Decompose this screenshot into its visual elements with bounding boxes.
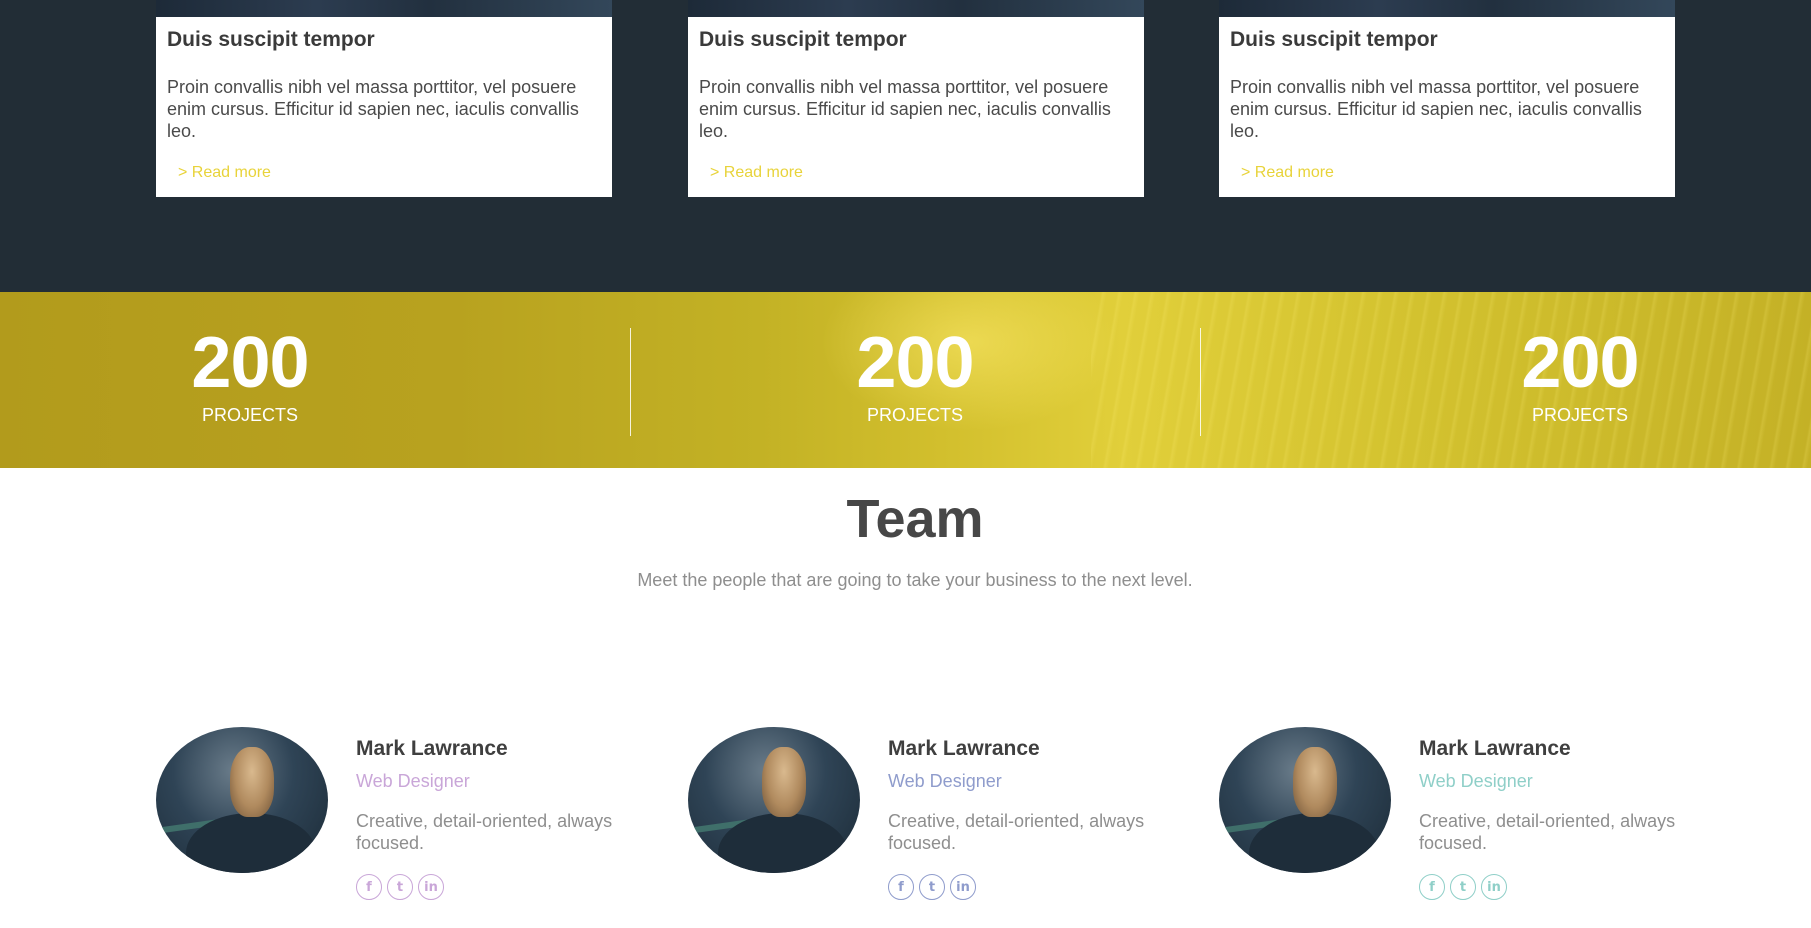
read-more-link[interactable]: > Read more <box>710 164 803 182</box>
member-role: Web Designer <box>1419 771 1533 791</box>
stat-item: 200 PROJECTS <box>1480 322 1680 426</box>
member-role: Web Designer <box>888 771 1002 791</box>
blog-card: Duis suscipit tempor Proin convallis nib… <box>156 0 612 197</box>
team-member: Mark Lawrance Web Designer Creative, det… <box>1219 727 1679 907</box>
stat-label: PROJECTS <box>866 405 963 425</box>
card-title: Duis suscipit tempor <box>1230 28 1438 51</box>
linkedin-icon[interactable]: in <box>950 874 976 900</box>
stat-number: 200 <box>1521 323 1639 403</box>
team-member: Mark Lawrance Web Designer Creative, det… <box>688 727 1148 907</box>
read-more-link[interactable]: > Read more <box>1241 164 1334 182</box>
member-bio: Creative, detail-oriented, always focuse… <box>1419 811 1676 853</box>
card-image <box>156 0 612 17</box>
background-texture <box>1091 292 1811 468</box>
card-title: Duis suscipit tempor <box>699 28 907 51</box>
member-role: Web Designer <box>356 771 470 791</box>
stat-divider <box>1200 328 1201 436</box>
member-name: Mark Lawrance <box>888 737 1040 760</box>
card-text: Proin convallis nibh vel massa porttitor… <box>1230 77 1642 141</box>
team-title: Team <box>846 489 984 549</box>
member-bio: Creative, detail-oriented, always focuse… <box>356 811 613 853</box>
card-image <box>688 0 1144 17</box>
team-subtitle: Meet the people that are going to take y… <box>637 570 1193 590</box>
twitter-icon[interactable]: t <box>387 874 413 900</box>
linkedin-icon[interactable]: in <box>418 874 444 900</box>
twitter-icon[interactable]: t <box>1450 874 1476 900</box>
social-links: f t in <box>888 874 976 900</box>
facebook-icon[interactable]: f <box>1419 874 1445 900</box>
stat-label: PROJECTS <box>201 405 298 425</box>
social-links: f t in <box>1419 874 1507 900</box>
card-text: Proin convallis nibh vel massa porttitor… <box>167 77 579 141</box>
linkedin-icon[interactable]: in <box>1481 874 1507 900</box>
facebook-icon[interactable]: f <box>356 874 382 900</box>
avatar <box>688 727 860 873</box>
stat-label: PROJECTS <box>1531 405 1628 425</box>
member-name: Mark Lawrance <box>356 737 508 760</box>
twitter-icon[interactable]: t <box>919 874 945 900</box>
avatar <box>156 727 328 873</box>
social-links: f t in <box>356 874 444 900</box>
blog-section: Duis suscipit tempor Proin convallis nib… <box>0 0 1811 292</box>
stat-number: 200 <box>856 323 974 403</box>
blog-card: Duis suscipit tempor Proin convallis nib… <box>1219 0 1675 197</box>
member-bio: Creative, detail-oriented, always focuse… <box>888 811 1145 853</box>
facebook-icon[interactable]: f <box>888 874 914 900</box>
card-text: Proin convallis nibh vel massa porttitor… <box>699 77 1111 141</box>
stat-item: 200 PROJECTS <box>150 322 350 426</box>
blog-card: Duis suscipit tempor Proin convallis nib… <box>688 0 1144 197</box>
stat-item: 200 PROJECTS <box>815 322 1015 426</box>
read-more-link[interactable]: > Read more <box>178 164 271 182</box>
stat-divider <box>630 328 631 436</box>
team-member: Mark Lawrance Web Designer Creative, det… <box>156 727 616 907</box>
stat-number: 200 <box>191 323 309 403</box>
card-title: Duis suscipit tempor <box>167 28 375 51</box>
stats-band: 200 PROJECTS 200 PROJECTS 200 PROJECTS <box>0 292 1811 468</box>
member-name: Mark Lawrance <box>1419 737 1571 760</box>
card-image <box>1219 0 1675 17</box>
avatar <box>1219 727 1391 873</box>
